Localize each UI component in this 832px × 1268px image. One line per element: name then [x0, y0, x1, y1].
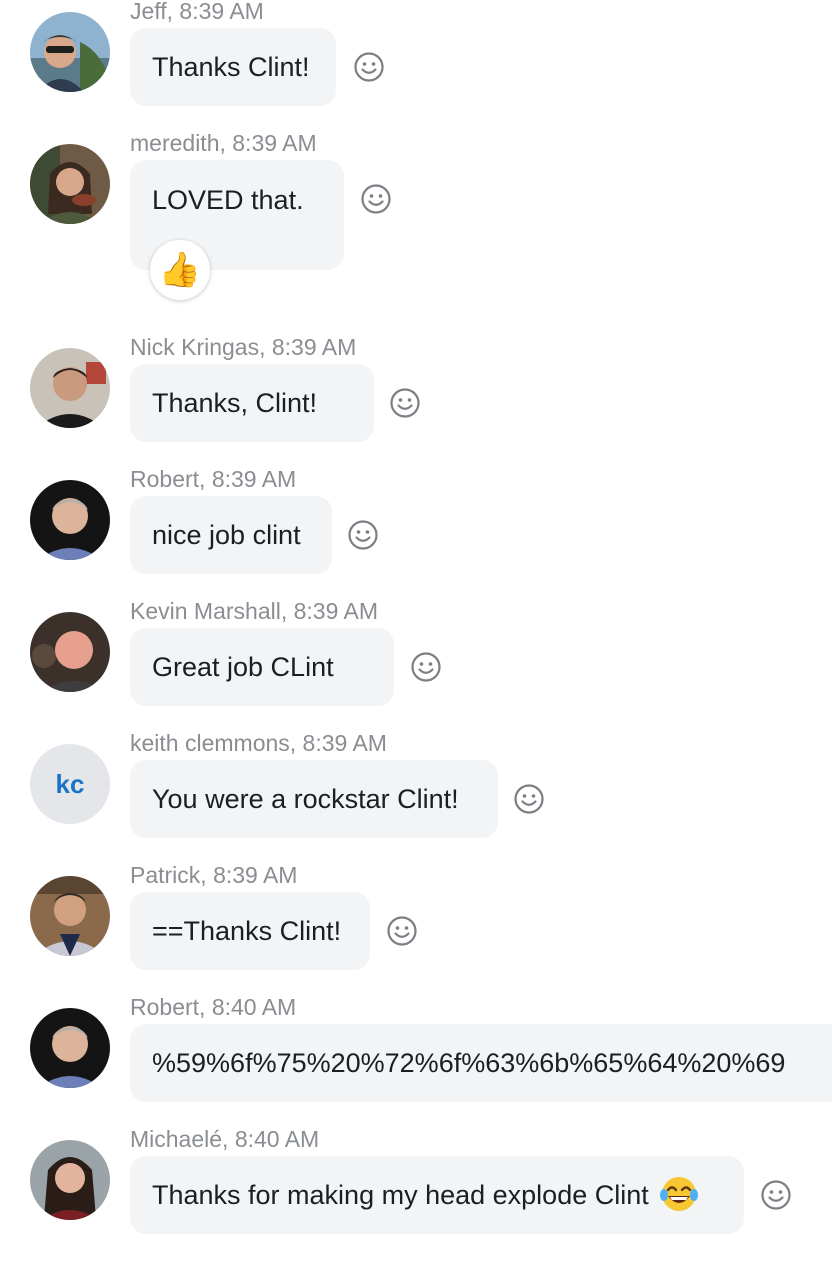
smiley-face-icon[interactable] [386, 915, 418, 947]
avatar[interactable] [30, 1140, 110, 1220]
smiley-face-icon[interactable] [389, 387, 421, 419]
message-bubble: ==Thanks Clint! [130, 892, 370, 970]
smiley-face-icon[interactable] [760, 1179, 792, 1211]
message-bubble: Great job CLint [130, 628, 394, 706]
message-bubble: %59%6f%75%20%72%6f%63%6b%65%64%20%69 [130, 1024, 832, 1102]
message-meta: Jeff, 8:39 AM [130, 0, 264, 24]
message-meta: Nick Kringas, 8:39 AM [130, 334, 357, 360]
message-text: Thanks for making my head explode Clint [152, 1180, 649, 1210]
message-meta: meredith, 8:39 AM [130, 130, 317, 156]
thumbs-up-icon[interactable]: 👍 [150, 240, 210, 300]
smiley-face-icon[interactable] [410, 651, 442, 683]
message-bubble: nice job clint [130, 496, 332, 574]
message-meta: Kevin Marshall, 8:39 AM [130, 598, 379, 624]
message-bubble: Thanks for making my head explode Clint [130, 1156, 744, 1234]
message-meta: Robert, 8:39 AM [130, 466, 297, 492]
smiley-face-icon[interactable] [360, 183, 392, 215]
message-bubble: Thanks, Clint! [130, 364, 374, 442]
message-meta: Michaelé, 8:40 AM [130, 1126, 320, 1152]
avatar[interactable]: kc [30, 744, 110, 824]
message-bubble: Thanks Clint! [130, 28, 336, 106]
avatar[interactable] [30, 480, 110, 560]
avatar[interactable] [30, 12, 110, 92]
message-meta: Patrick, 8:39 AM [130, 862, 298, 888]
laughing-tears-emoji-icon [659, 1176, 698, 1211]
message-meta: Robert, 8:40 AM [130, 994, 297, 1020]
avatar[interactable] [30, 348, 110, 428]
message-meta: keith clemmons, 8:39 AM [130, 730, 387, 756]
avatar[interactable] [30, 1008, 110, 1088]
smiley-face-icon[interactable] [353, 51, 385, 83]
chat-message-list: Jeff, 8:39 AM Thanks Clint! meredith, 8:… [0, 0, 832, 1268]
avatar[interactable] [30, 876, 110, 956]
message-bubble: You were a rockstar Clint! [130, 760, 498, 838]
avatar[interactable] [30, 612, 110, 692]
smiley-face-icon[interactable] [513, 783, 545, 815]
avatar[interactable] [30, 144, 110, 224]
smiley-face-icon[interactable] [347, 519, 379, 551]
